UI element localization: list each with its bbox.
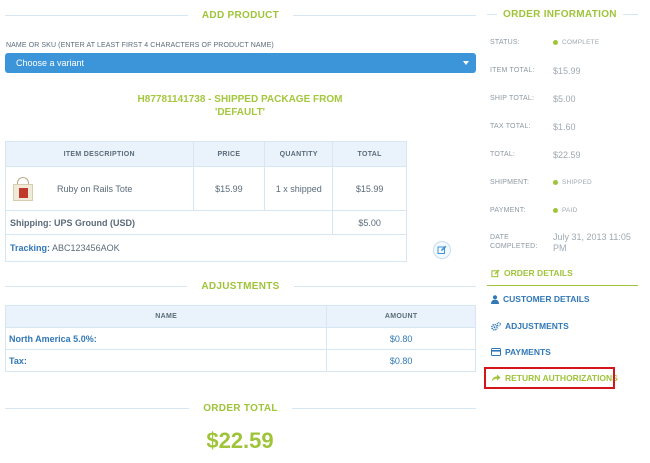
caret-down-icon [463,61,469,65]
total-label: TOTAL: [490,151,516,158]
column-header: AMOUNT [326,305,476,328]
adjustment-amount: $0.80 [326,349,476,372]
variant-select[interactable]: Choose a variant [5,53,476,73]
shipping-method: Shipping: UPS Ground (USD) [4,210,334,235]
nav-order-details[interactable]: ORDER DETAILS [491,267,573,279]
tracking-cell: Tracking: ABC123456AOK [5,234,407,262]
highlight-box [484,367,615,389]
line-items-table: ITEM DESCRIPTION PRICE QUANTITY TOTAL Ru… [4,141,407,262]
item-price: $15.99 [192,166,266,211]
status-dot [553,40,558,45]
adjustments-header: ADJUSTMENTS [5,278,476,294]
item-description: Ruby on Rails Tote [57,183,133,194]
tracking-row: Tracking: ABC123456AOK [5,234,407,262]
column-header: PRICE [192,141,266,167]
order-total-title: ORDER TOTAL [203,402,278,414]
item-quantity: 1 x shipped [264,166,334,211]
tax-total-value: $1.60 [553,122,576,132]
adjustment-amount: $0.80 [326,327,476,350]
add-product-header: ADD PRODUCT [5,7,476,23]
column-header: ITEM DESCRIPTION [5,141,194,167]
user-icon [491,294,499,304]
divider [5,14,188,16]
shipment-number[interactable]: H87781141738 [138,94,206,105]
table-row: Tax: $0.80 [4,349,476,372]
divider [5,285,188,287]
product-thumbnail [11,176,35,201]
shipment-title-text: - SHIPPED PACKAGE FROM [205,94,343,105]
item-total-label: ITEM TOTAL: [490,67,535,74]
tracking-label: Tracking: [10,243,51,253]
shipping-row: Shipping: UPS Ground (USD) $5.00 [4,210,407,235]
table-header-row: NAME AMOUNT [4,305,476,328]
divider [487,13,497,15]
shipment-title: H87781141738 - SHIPPED PACKAGE FROM 'DEF… [130,93,350,119]
divider [293,285,476,287]
payment-state-label: PAYMENT: [490,207,526,214]
status-dot [553,208,558,213]
order-total-header: ORDER TOTAL [5,400,477,416]
date-completed-value: July 31, 2013 11:05 PM [553,232,631,253]
column-header: QUANTITY [264,141,334,167]
edit-icon [491,269,500,277]
active-nav-underline [487,285,638,286]
ship-total-value: $5.00 [553,94,576,104]
status-badge: COMPLETE [553,39,599,46]
payment-state-badge: PAID [553,207,578,214]
column-header: NAME [4,305,328,328]
status-label: STATUS: [490,39,520,46]
adjustments-table: NAME AMOUNT North America 5.0%: $0.80 Ta… [4,305,476,372]
column-header: TOTAL [332,141,407,167]
nav-customer-details[interactable]: CUSTOMER DETAILS [491,293,590,305]
edit-tracking-button[interactable] [433,241,451,259]
date-completed-label: DATE COMPLETED: [490,234,538,250]
nav-adjustments[interactable]: ADJUSTMENTS [491,320,569,332]
shipping-amount: $5.00 [332,210,407,235]
gears-icon [491,321,501,331]
add-product-title: ADD PRODUCT [201,9,280,21]
order-total-value: $22.59 [206,428,274,453]
order-information-title: ORDER INFORMATION [503,8,617,20]
divider [622,13,638,15]
item-total: $15.99 [332,166,407,211]
item-total-value: $15.99 [553,66,581,76]
tracking-value: ABC123456AOK [52,243,120,253]
order-information-header: ORDER INFORMATION [487,6,638,22]
adjustment-name: Tax: [4,349,328,372]
divider [291,407,477,409]
table-header-row: ITEM DESCRIPTION PRICE QUANTITY TOTAL [5,141,407,167]
status-dot [553,180,558,185]
divider [293,14,476,16]
shipment-stock-location: 'DEFAULT' [214,107,266,118]
adjustment-name: North America 5.0%: [4,327,328,350]
total-value: $22.59 [553,150,581,160]
nav-payments[interactable]: PAYMENTS [491,346,551,358]
ship-total-label: SHIP TOTAL: [490,95,535,102]
divider [5,407,190,409]
shipment-state-badge: SHIPPED [553,179,592,186]
item-description-cell: Ruby on Rails Tote [5,166,194,211]
adjustments-title: ADJUSTMENTS [201,280,280,292]
shipment-state-label: SHIPMENT: [490,179,530,186]
edit-icon [437,245,447,254]
variant-field-label: NAME OR SKU (ENTER AT LEAST FIRST 4 CHAR… [6,42,274,49]
credit-card-icon [491,348,501,356]
table-row: North America 5.0%: $0.80 [4,327,476,350]
variant-select-value: Choose a variant [16,58,85,68]
table-row: Ruby on Rails Tote $15.99 1 x shipped $1… [5,166,407,211]
tax-total-label: TAX TOTAL: [490,123,531,130]
